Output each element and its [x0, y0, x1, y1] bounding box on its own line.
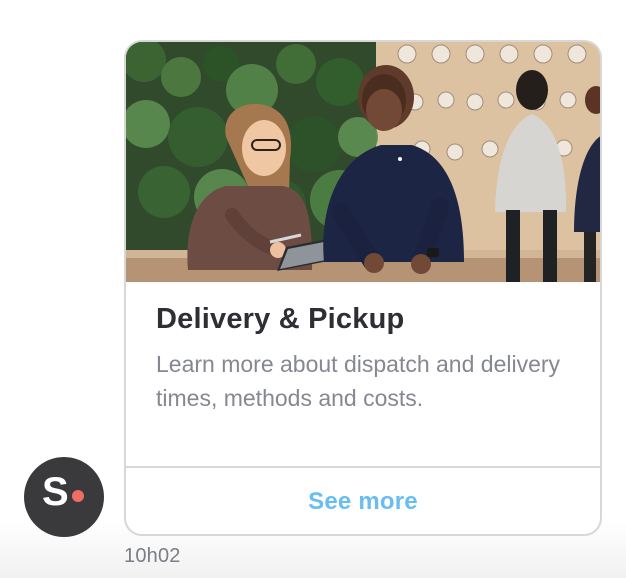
avatar-letter: S	[42, 470, 69, 514]
card-description: Learn more about dispatch and delivery t…	[156, 350, 561, 412]
bot-avatar: S	[24, 457, 104, 537]
card-content: Delivery & Pickup Learn more about dispa…	[126, 282, 600, 466]
message-card: Delivery & Pickup Learn more about dispa…	[124, 40, 602, 536]
brand-s-dot-icon: S	[42, 470, 86, 519]
store-photo	[126, 42, 600, 282]
card-title: Delivery & Pickup	[156, 303, 405, 335]
message-timestamp: 10h02	[124, 545, 181, 567]
see-more-button[interactable]: See more	[126, 468, 600, 534]
hero-illustration	[126, 42, 600, 282]
avatar-dot-icon	[72, 490, 84, 502]
